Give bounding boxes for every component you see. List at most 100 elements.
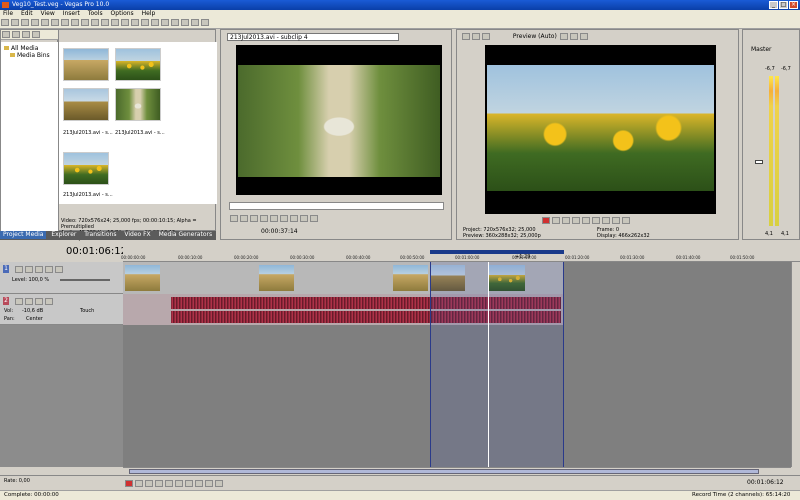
menu-help[interactable]: Help: [139, 10, 159, 17]
lock-envelopes-icon[interactable]: [151, 19, 159, 26]
end-icon[interactable]: [622, 217, 630, 224]
mute-icon[interactable]: [35, 298, 43, 305]
scroll-thumb[interactable]: [129, 469, 759, 474]
normal-edit-tool-icon[interactable]: [161, 19, 169, 26]
prev-frame-icon[interactable]: [602, 217, 610, 224]
next-frame-icon[interactable]: [290, 215, 298, 222]
tab-video-fx[interactable]: Video FX: [121, 231, 153, 239]
fx-icon[interactable]: [25, 298, 33, 305]
redo-icon[interactable]: [111, 19, 119, 26]
capture-icon[interactable]: [12, 31, 20, 38]
properties-icon[interactable]: [31, 19, 39, 26]
prev-frame-icon[interactable]: [205, 480, 213, 487]
go-to-start-icon[interactable]: [185, 480, 193, 487]
horizontal-scrollbar[interactable]: [123, 467, 791, 475]
play-icon[interactable]: [572, 217, 580, 224]
menu-file[interactable]: File: [0, 10, 16, 17]
stop-icon[interactable]: [592, 217, 600, 224]
arm-record-icon[interactable]: [15, 298, 23, 305]
tab-explorer[interactable]: Explorer: [48, 231, 79, 239]
pause-icon[interactable]: [260, 215, 268, 222]
auto-crossfade-icon[interactable]: [131, 19, 139, 26]
selection-tool-icon[interactable]: [181, 19, 189, 26]
snap-icon[interactable]: [121, 19, 129, 26]
record-icon[interactable]: [125, 480, 133, 487]
menu-edit[interactable]: Edit: [18, 10, 36, 17]
close-button[interactable]: ×: [789, 1, 798, 9]
loop-icon[interactable]: [552, 217, 560, 224]
ripple-icon[interactable]: [141, 19, 149, 26]
loop-icon[interactable]: [135, 480, 143, 487]
media-thumb[interactable]: [63, 152, 109, 185]
media-thumb[interactable]: [63, 88, 109, 121]
save-snapshot-icon[interactable]: [579, 33, 588, 40]
undo-icon[interactable]: [101, 19, 109, 26]
render-icon[interactable]: [41, 19, 49, 26]
audio-track-header[interactable]: 2 Vol: -10,6 dB Touch Pan: Center: [0, 294, 123, 325]
copy-icon[interactable]: [61, 19, 69, 26]
tree-item-media-bins[interactable]: Media Bins: [4, 52, 59, 59]
level-slider[interactable]: [60, 279, 110, 281]
tab-media-generators[interactable]: Media Generators: [156, 231, 216, 239]
tab-transitions[interactable]: Transitions: [81, 231, 119, 239]
timeline-cursor[interactable]: [488, 262, 489, 467]
video-track-header[interactable]: 1 Level: 100,0 %: [0, 262, 123, 294]
tab-project-media[interactable]: Project Media: [0, 231, 47, 239]
play-icon[interactable]: [240, 215, 248, 222]
loop-icon[interactable]: [230, 215, 238, 222]
loop-region-bar[interactable]: [430, 250, 564, 254]
delete-icon[interactable]: [81, 19, 89, 26]
record-icon[interactable]: [542, 217, 550, 224]
pause-icon[interactable]: [165, 480, 173, 487]
play-icon[interactable]: [562, 217, 570, 224]
solo-icon[interactable]: [55, 266, 63, 273]
envelope-tool-icon[interactable]: [171, 19, 179, 26]
zoom-tool-icon[interactable]: [191, 19, 199, 26]
external-monitor-icon[interactable]: [472, 33, 480, 40]
master-fader[interactable]: [755, 160, 763, 164]
motion-icon[interactable]: [25, 266, 33, 273]
media-thumb[interactable]: [63, 48, 109, 81]
play-from-start-icon[interactable]: [145, 480, 153, 487]
go-to-end-icon[interactable]: [195, 480, 203, 487]
play-icon[interactable]: [155, 480, 163, 487]
views-icon[interactable]: [32, 31, 40, 38]
import-icon[interactable]: [2, 31, 10, 38]
menu-options[interactable]: Options: [108, 10, 137, 17]
maximize-button[interactable]: □: [779, 1, 788, 9]
cut-icon[interactable]: [51, 19, 59, 26]
copy-snapshot-icon[interactable]: [569, 33, 578, 40]
open-icon[interactable]: [11, 19, 19, 26]
media-thumb[interactable]: [115, 88, 161, 121]
mute-icon[interactable]: [45, 266, 53, 273]
menu-insert[interactable]: Insert: [60, 10, 83, 17]
help-icon[interactable]: [201, 19, 209, 26]
prev-frame-icon[interactable]: [280, 215, 288, 222]
menu-view[interactable]: View: [38, 10, 58, 17]
media-thumb[interactable]: [115, 48, 161, 81]
fx-icon[interactable]: [482, 33, 490, 40]
new-icon[interactable]: [1, 19, 9, 26]
menu-tools[interactable]: Tools: [85, 10, 106, 17]
next-frame-icon[interactable]: [215, 480, 223, 487]
solo-icon[interactable]: [45, 298, 53, 305]
trim-icon[interactable]: [91, 19, 99, 26]
trimmer-clip-select[interactable]: 213Jul2013.avi - subclip 4: [227, 33, 399, 41]
insert-icon[interactable]: [310, 215, 318, 222]
trimmer-scrubber[interactable]: [229, 202, 444, 210]
stop-icon[interactable]: [175, 480, 183, 487]
pause-icon[interactable]: [582, 217, 590, 224]
save-icon[interactable]: [21, 19, 29, 26]
stop-icon[interactable]: [270, 215, 278, 222]
automation-mode[interactable]: Touch: [80, 308, 94, 314]
next-frame-icon[interactable]: [612, 217, 620, 224]
add-to-timeline-icon[interactable]: [300, 215, 308, 222]
play-icon[interactable]: [250, 215, 258, 222]
remove-icon[interactable]: [22, 31, 30, 38]
preview-properties-icon[interactable]: [462, 33, 470, 40]
composite-icon[interactable]: [15, 266, 23, 273]
minimize-button[interactable]: _: [769, 1, 778, 9]
preview-quality[interactable]: Preview (Auto): [513, 33, 557, 40]
tree-item-all-media[interactable]: All Media: [4, 45, 59, 52]
fx-icon[interactable]: [35, 266, 43, 273]
